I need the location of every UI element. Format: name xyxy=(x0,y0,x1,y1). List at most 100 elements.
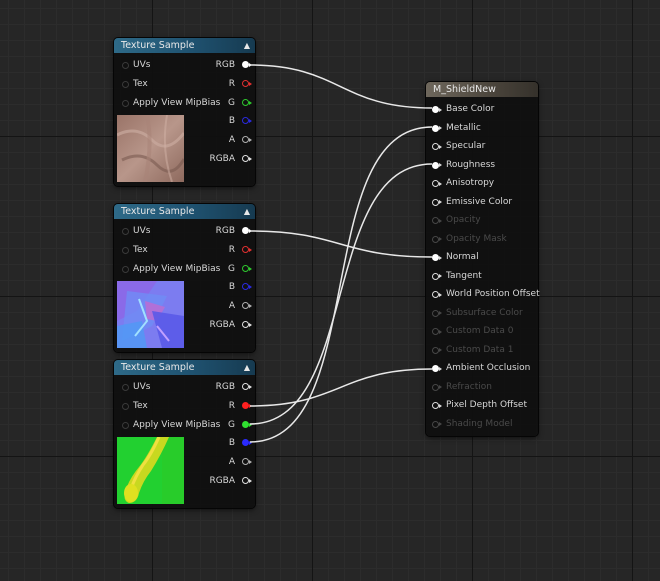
output-pin-icon[interactable] xyxy=(242,383,252,390)
output-pin-icon[interactable] xyxy=(242,402,252,409)
input-row-uvs[interactable]: UVs RGB xyxy=(114,225,255,237)
texture-sample-node-1[interactable]: Texture Sample ▲ UVs RGB Tex R Apply Vie… xyxy=(114,38,255,186)
node-header[interactable]: Texture Sample ▲ xyxy=(114,38,255,53)
input-pin-icon[interactable] xyxy=(122,62,129,69)
input-pin-icon[interactable] xyxy=(122,247,129,254)
input-label: Base Color xyxy=(446,104,495,114)
output-pin-icon[interactable] xyxy=(242,421,252,428)
input-pin-icon xyxy=(432,346,442,354)
texture-sample-node-3[interactable]: Texture Sample ▲ UVs RGB Tex R Apply Vie… xyxy=(114,360,255,508)
output-pin-icon[interactable] xyxy=(242,458,252,465)
input-pin-icon[interactable] xyxy=(432,291,442,298)
node-title: M_ShieldNew xyxy=(433,84,496,95)
input-label: Tangent xyxy=(446,270,482,281)
input-pin-icon[interactable] xyxy=(432,180,442,187)
input-label: Apply View MipBias xyxy=(133,420,221,430)
input-pin-icon[interactable] xyxy=(432,402,442,409)
output-pin-icon[interactable] xyxy=(242,117,252,124)
input-pin-icon[interactable] xyxy=(432,365,442,372)
input-label: UVs xyxy=(133,60,151,70)
output-pin-icon[interactable] xyxy=(242,265,252,272)
base-color-texture-image xyxy=(117,115,184,182)
output-pin-icon[interactable] xyxy=(242,61,252,68)
texture-preview-thumbnail xyxy=(117,115,184,182)
collapse-arrow-icon[interactable]: ▲ xyxy=(244,360,250,375)
graph-canvas[interactable] xyxy=(0,0,660,581)
node-title: Texture Sample xyxy=(121,206,195,217)
normal-map-texture-image xyxy=(117,281,184,348)
output-label: RGBA xyxy=(209,154,235,164)
output-label: R xyxy=(228,245,235,255)
output-pin-icon[interactable] xyxy=(242,246,252,253)
input-row-mipbias[interactable]: Apply View MipBias G xyxy=(114,419,255,431)
input-row-mipbias[interactable]: Apply View MipBias G xyxy=(114,263,255,275)
input-pin-icon[interactable] xyxy=(432,272,442,280)
input-row-tex[interactable]: Tex R xyxy=(114,400,255,412)
texture-sample-node-2[interactable]: Texture Sample ▲ UVs RGB Tex R Apply Vie… xyxy=(114,204,255,352)
input-pin-icon xyxy=(432,328,442,335)
node-header[interactable]: M_ShieldNew xyxy=(426,82,538,97)
input-label: Normal xyxy=(446,252,479,262)
input-label: Opacity Mask xyxy=(446,233,507,244)
node-header[interactable]: Texture Sample ▲ xyxy=(114,204,255,219)
input-row-uvs[interactable]: UVs RGB xyxy=(114,381,255,393)
input-pin-icon[interactable] xyxy=(122,266,129,273)
node-header[interactable]: Texture Sample ▲ xyxy=(114,360,255,375)
input-pin-icon[interactable] xyxy=(432,143,442,150)
input-label: Custom Data 1 xyxy=(446,344,514,355)
input-row-mipbias[interactable]: Apply View MipBias G xyxy=(114,97,255,109)
input-pin-icon xyxy=(432,217,442,224)
input-label: Apply View MipBias xyxy=(133,264,221,274)
output-pin-icon[interactable] xyxy=(242,136,252,143)
input-pin-icon[interactable] xyxy=(122,384,129,391)
collapse-arrow-icon[interactable]: ▲ xyxy=(244,38,250,53)
input-pin-icon[interactable] xyxy=(122,100,129,107)
output-label: RGBA xyxy=(209,320,235,330)
input-pin-icon[interactable] xyxy=(432,254,442,261)
material-result-node[interactable]: M_ShieldNew Base Color Metallic Specular… xyxy=(426,82,540,436)
output-pin-icon[interactable] xyxy=(242,99,252,106)
output-pin-icon[interactable] xyxy=(242,227,252,234)
input-label: Shading Model xyxy=(446,418,513,429)
output-pin-icon[interactable] xyxy=(242,439,252,446)
input-pin-icon[interactable] xyxy=(432,106,442,113)
output-pin-icon[interactable] xyxy=(242,321,252,328)
input-pin-icon[interactable] xyxy=(122,81,129,88)
output-pin-icon[interactable] xyxy=(242,283,252,290)
output-label: G xyxy=(228,98,235,108)
input-pin-icon xyxy=(432,383,442,391)
output-label: R xyxy=(228,79,235,89)
input-label: Specular xyxy=(446,141,486,151)
output-label: RGBA xyxy=(209,476,235,486)
input-pin-icon xyxy=(432,235,442,243)
texture-preview-thumbnail xyxy=(117,437,184,504)
node-title: Texture Sample xyxy=(121,362,195,373)
output-pin-icon[interactable] xyxy=(242,80,252,87)
input-pin-icon[interactable] xyxy=(432,198,442,206)
input-label: UVs xyxy=(133,226,151,236)
output-label: R xyxy=(228,401,235,411)
output-label: RGB xyxy=(215,60,235,70)
input-label: Pixel Depth Offset xyxy=(446,400,527,410)
input-pin-icon[interactable] xyxy=(122,403,129,410)
output-pin-icon[interactable] xyxy=(242,477,252,484)
input-pin-icon[interactable] xyxy=(122,228,129,235)
output-pin-icon[interactable] xyxy=(242,302,252,309)
input-pin-icon[interactable] xyxy=(122,422,129,429)
input-row-tex[interactable]: Tex R xyxy=(114,244,255,256)
output-label: A xyxy=(228,457,235,467)
input-label: Anisotropy xyxy=(446,178,495,188)
output-label: RGB xyxy=(215,226,235,236)
output-pin-icon[interactable] xyxy=(242,155,252,162)
input-row-uvs[interactable]: UVs RGB xyxy=(114,59,255,71)
output-label: A xyxy=(228,135,235,145)
input-label: Metallic xyxy=(446,122,481,133)
node-title: Texture Sample xyxy=(121,40,195,51)
collapse-arrow-icon[interactable]: ▲ xyxy=(244,204,250,219)
input-pin-icon[interactable] xyxy=(432,161,442,169)
input-row-tex[interactable]: Tex R xyxy=(114,78,255,90)
input-label: Tex xyxy=(133,401,148,411)
output-label: RGB xyxy=(215,382,235,392)
input-pin-icon[interactable] xyxy=(432,124,442,132)
texture-preview-thumbnail xyxy=(117,281,184,348)
